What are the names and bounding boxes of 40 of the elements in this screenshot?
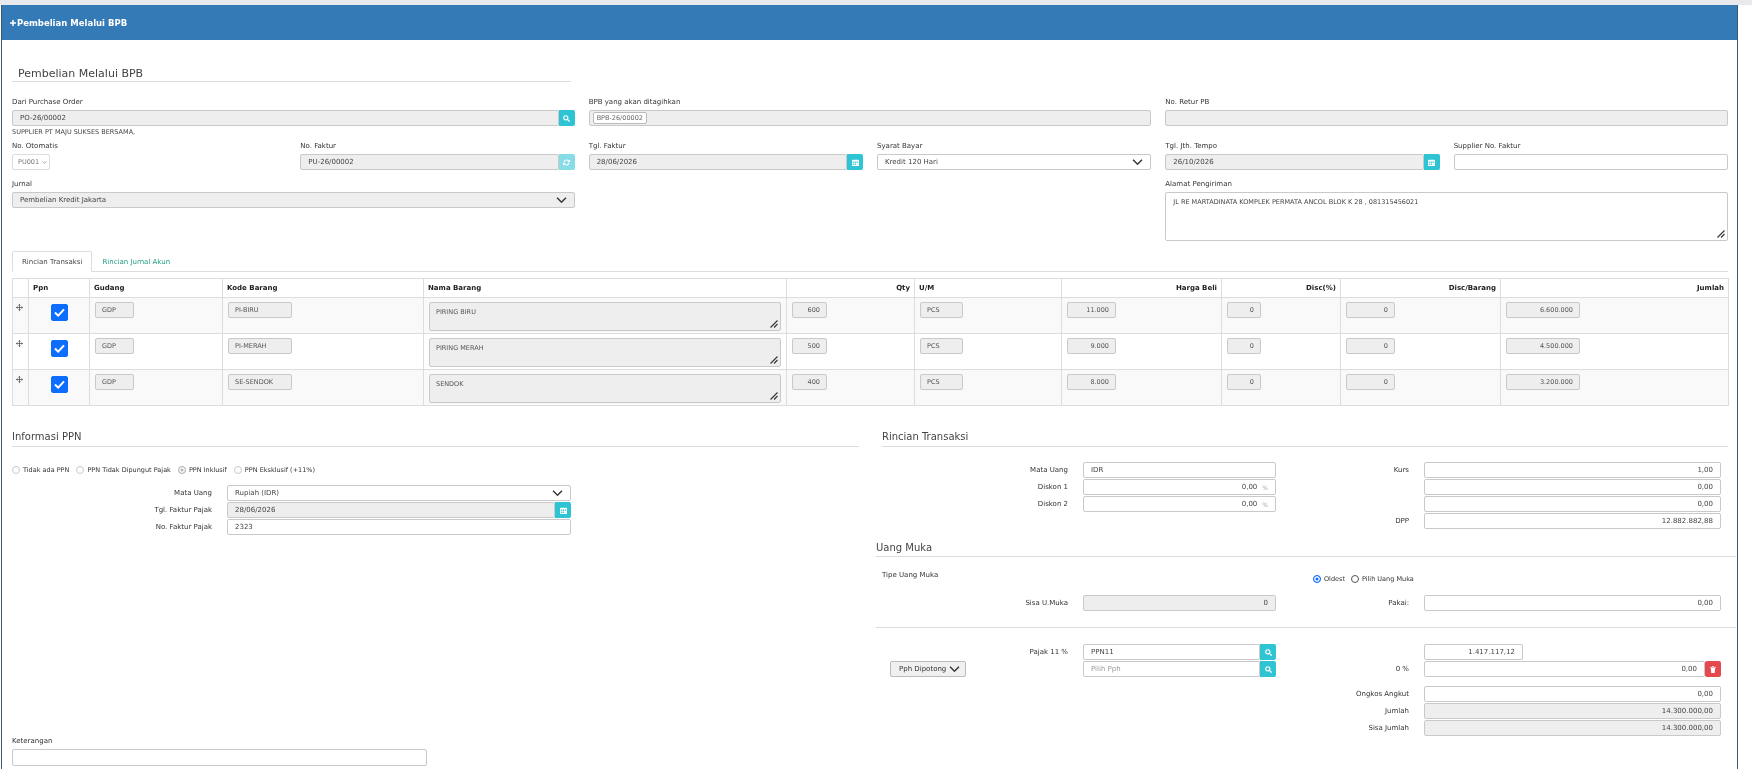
move-icon	[16, 340, 23, 347]
resize-grip-icon	[770, 356, 778, 364]
calendar-button[interactable]	[555, 502, 571, 518]
check-icon	[53, 344, 65, 353]
notes-field[interactable]	[12, 749, 427, 766]
plus-icon	[10, 19, 16, 26]
search-icon	[563, 114, 571, 122]
resize-grip-icon	[770, 392, 778, 400]
chevron-down-icon	[42, 160, 48, 164]
check-icon	[53, 308, 65, 317]
section-title: Uang Muka	[876, 541, 933, 554]
supplier-invoice-field[interactable]	[1453, 154, 1728, 170]
resize-grip-icon	[770, 320, 778, 328]
calendar-icon	[851, 158, 859, 166]
checkbox[interactable]	[50, 340, 68, 357]
check-icon	[53, 380, 65, 389]
resize-grip-icon	[1717, 230, 1725, 238]
radio-button[interactable]	[1313, 575, 1321, 583]
form-title: Pembelian Melalui BPB	[17, 67, 144, 81]
radio-button[interactable]	[1351, 575, 1359, 583]
refresh-icon	[563, 158, 571, 166]
calendar-icon	[559, 506, 567, 514]
search-icon	[1264, 648, 1272, 656]
move-icon	[16, 304, 23, 311]
section-title: Rincian Transaksi	[882, 430, 969, 443]
search-icon	[1264, 665, 1272, 673]
checkbox[interactable]	[50, 304, 68, 321]
page-title: Pembelian Melalui BPB	[17, 17, 128, 28]
trash-icon	[1710, 665, 1716, 673]
chevron-down-icon	[555, 197, 567, 203]
search-button[interactable]	[1260, 644, 1276, 660]
chevron-down-icon	[552, 490, 563, 496]
chevron-down-icon	[949, 666, 961, 672]
chevron-down-icon	[1132, 159, 1144, 165]
move-icon	[16, 376, 23, 383]
checkbox[interactable]	[50, 376, 68, 393]
search-button[interactable]	[1260, 661, 1276, 677]
delete-button[interactable]	[1705, 661, 1721, 677]
calendar-icon	[1428, 158, 1436, 166]
section-title: Informasi PPN	[12, 430, 82, 443]
